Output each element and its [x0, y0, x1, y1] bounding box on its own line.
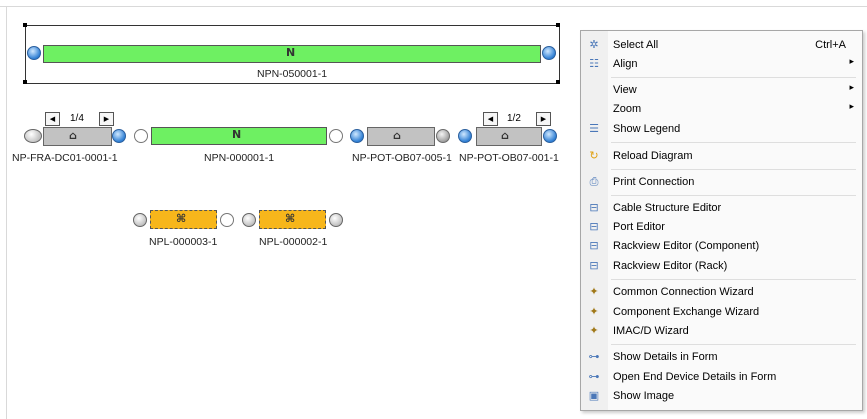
submenu-arrow-icon: ▸ — [849, 83, 854, 93]
pager-next-button[interactable]: ▶ — [536, 112, 551, 126]
editor-icon: ⊟ — [589, 201, 599, 214]
form-details-icon: ⊶ — [588, 370, 600, 383]
network-path-icon: N — [286, 46, 296, 59]
legend-icon: ☰ — [589, 122, 599, 135]
selection-handle[interactable] — [556, 80, 560, 84]
menu-separator — [611, 344, 856, 345]
align-icon: ☷ — [589, 57, 599, 70]
canvas-border-top — [0, 6, 867, 7]
menu-item-component-exchange-wizard[interactable]: ✦ Component Exchange Wizard — [581, 303, 862, 322]
canvas-border-left — [6, 6, 7, 419]
editor-icon: ⊟ — [589, 220, 599, 233]
link-bar-npn-050001[interactable]: N — [43, 45, 541, 63]
node-npl-000002[interactable]: ⌘ — [259, 210, 326, 229]
network-path-icon: N — [232, 128, 242, 141]
menu-item-rackview-editor-component[interactable]: ⊟ Rackview Editor (Component) — [581, 237, 862, 256]
menu-item-open-end-device-details[interactable]: ⊶ Open End Device Details in Form — [581, 368, 862, 387]
menu-separator — [611, 279, 856, 280]
reload-icon: ↻ — [589, 149, 599, 162]
submenu-arrow-icon: ▸ — [849, 57, 854, 67]
submenu-arrow-icon: ▸ — [849, 102, 854, 112]
device-icon: ⌂ — [393, 129, 401, 142]
menu-item-show-legend[interactable]: ☰ Show Legend — [581, 120, 862, 139]
port-connector-icon[interactable] — [27, 46, 41, 60]
port-empty-icon[interactable] — [134, 129, 148, 143]
node-npl-000003[interactable]: ⌘ — [150, 210, 217, 229]
menu-separator — [611, 77, 856, 78]
wizard-wand-icon: ✦ — [589, 285, 599, 298]
node-label: NPL-000002-1 — [259, 236, 328, 248]
menu-separator — [611, 195, 856, 196]
menu-separator — [611, 142, 856, 143]
pager-prev-button[interactable]: ◀ — [483, 112, 498, 126]
port-connector-icon[interactable] — [350, 129, 364, 143]
port-empty-icon[interactable] — [329, 129, 343, 143]
node-label: NPL-000003-1 — [149, 236, 218, 248]
left-pager: ◀ 1/4 ▶ — [45, 112, 115, 126]
port-connector-icon[interactable] — [436, 129, 450, 143]
device-np-fra-dc01[interactable]: ⌂ — [43, 127, 112, 146]
port-connector-icon[interactable] — [458, 129, 472, 143]
form-details-icon: ⊶ — [588, 350, 600, 363]
wizard-wand-icon: ✦ — [589, 305, 599, 318]
menu-item-show-details-in-form[interactable]: ⊶ Show Details in Form — [581, 348, 862, 367]
node-label: NPN-050001-1 — [257, 68, 328, 80]
pager-page: 1/4 — [70, 113, 84, 124]
menu-item-zoom[interactable]: Zoom ▸ — [581, 100, 862, 119]
device-icon: ⌂ — [501, 129, 509, 142]
editor-icon: ⊟ — [589, 239, 599, 252]
port-connector-icon[interactable] — [329, 213, 343, 227]
patch-icon: ⌘ — [176, 212, 187, 225]
device-icon: ⌂ — [69, 129, 77, 142]
frame-connector-icon[interactable] — [24, 129, 42, 143]
print-icon: ⎙ — [589, 175, 599, 188]
menu-item-show-image[interactable]: ▣ Show Image — [581, 387, 862, 406]
wizard-wand-icon: ✦ — [589, 324, 599, 337]
device-np-pot-ob07-001[interactable]: ⌂ — [476, 127, 542, 146]
menu-item-imacd-wizard[interactable]: ✦ IMAC/D Wizard — [581, 322, 862, 341]
port-connector-icon[interactable] — [542, 46, 556, 60]
node-label: NP-POT-OB07-001-1 — [459, 152, 559, 164]
menu-item-common-connection-wizard[interactable]: ✦ Common Connection Wizard — [581, 283, 862, 302]
selection-handle[interactable] — [23, 23, 27, 27]
selection-handle[interactable] — [23, 80, 27, 84]
port-empty-icon[interactable] — [220, 213, 234, 227]
device-np-pot-ob07-005[interactable]: ⌂ — [367, 127, 435, 146]
right-pager: ◀ 1/2 ▶ — [483, 112, 553, 126]
menu-item-port-editor[interactable]: ⊟ Port Editor — [581, 218, 862, 237]
node-label: NPN-000001-1 — [204, 152, 275, 164]
menu-item-view[interactable]: View ▸ — [581, 81, 862, 100]
menu-item-align[interactable]: ☷ Align ▸ — [581, 55, 862, 74]
node-label: NP-FRA-DC01-0001-1 — [12, 152, 118, 164]
menu-item-reload-diagram[interactable]: ↻ Reload Diagram — [581, 147, 862, 166]
pager-page: 1/2 — [507, 113, 521, 124]
pager-prev-button[interactable]: ◀ — [45, 112, 60, 126]
selection-handle[interactable] — [556, 23, 560, 27]
port-connector-icon[interactable] — [242, 213, 256, 227]
menu-item-print-connection[interactable]: ⎙ Print Connection — [581, 173, 862, 192]
pager-next-button[interactable]: ▶ — [99, 112, 114, 126]
port-connector-icon[interactable] — [543, 129, 557, 143]
select-all-icon: ✲ — [589, 38, 599, 51]
editor-icon: ⊟ — [589, 259, 599, 272]
link-bar-npn-000001[interactable]: N — [151, 127, 327, 145]
menu-item-cable-structure-editor[interactable]: ⊟ Cable Structure Editor — [581, 199, 862, 218]
menu-item-rackview-editor-rack[interactable]: ⊟ Rackview Editor (Rack) — [581, 257, 862, 276]
menu-separator — [611, 169, 856, 170]
image-icon: ▣ — [588, 389, 600, 402]
patch-icon: ⌘ — [285, 212, 296, 225]
node-label: NP-POT-OB07-005-1 — [352, 152, 452, 164]
context-menu: ✲ Select All Ctrl+A ☷ Align ▸ View ▸ Zoo… — [580, 30, 863, 411]
menu-item-select-all[interactable]: ✲ Select All Ctrl+A — [581, 36, 862, 55]
port-connector-icon[interactable] — [133, 213, 147, 227]
port-connector-icon[interactable] — [112, 129, 126, 143]
